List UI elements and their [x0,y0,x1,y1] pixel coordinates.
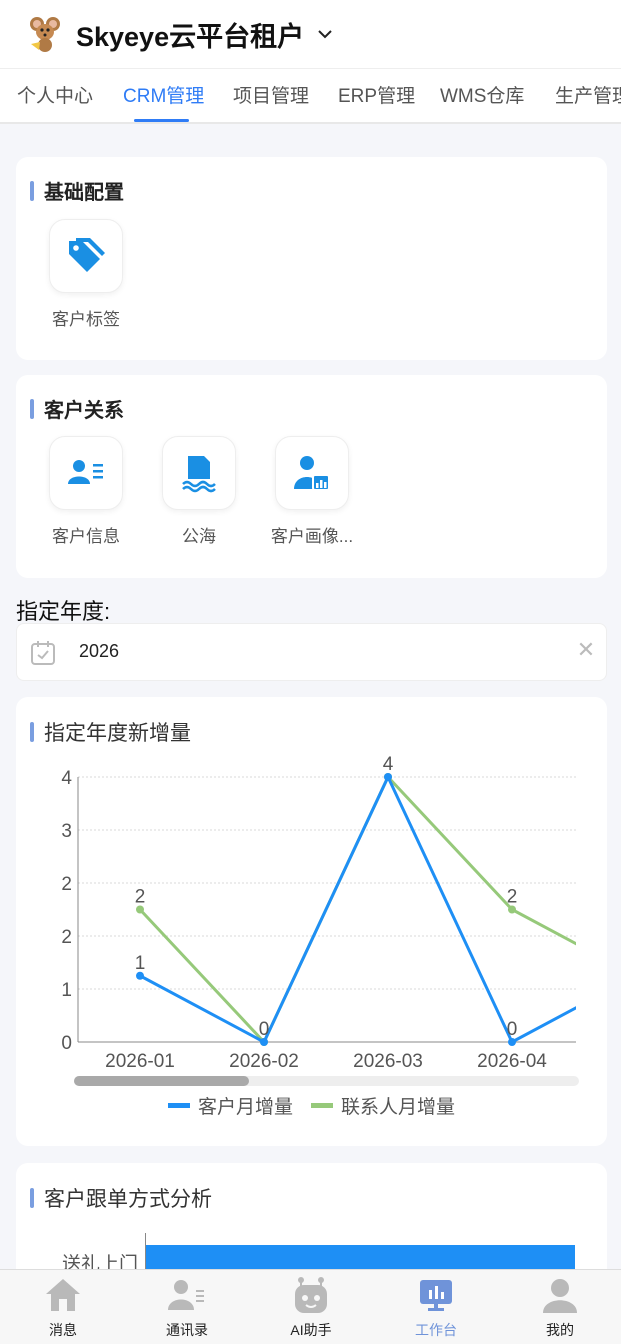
section-title: 客户关系 [30,394,124,423]
mouse-logo-icon [26,14,66,54]
active-tab-indicator [134,119,189,122]
year-value: 2026 [79,641,120,661]
data-label: 4 [383,754,394,775]
contact-card-icon [68,460,103,484]
nav-ai-assistant[interactable]: AI助手 [271,1276,351,1340]
data-label: 1 [135,953,146,974]
nav-mine[interactable]: 我的 [520,1276,600,1340]
user-chart-icon [294,456,330,491]
data-label: 2 [507,887,518,908]
year-picker[interactable]: 2026 ✕ [16,623,607,681]
basic-config-card: 基础配置 客户标签 [16,157,607,360]
home-icon [46,1279,80,1311]
app-customer-portrait[interactable]: 客户画像... [267,436,357,547]
y-tick-label: 1 [61,980,72,1001]
legend-label: 客户月增量 [198,1096,293,1118]
data-label: 0 [507,1019,518,1040]
calendar-icon [31,641,55,665]
x-tick-label: 2026-01 [105,1051,175,1072]
customer-relation-card: 客户关系 客户信息 公海 客户画像... [16,375,607,578]
tab-production[interactable]: 生产管理 [555,81,621,108]
tab-erp[interactable]: ERP管理 [338,81,415,108]
x-tick-label: 2026-02 [229,1051,299,1072]
tab-crm[interactable]: CRM管理 [123,81,204,108]
tab-wms[interactable]: WMS仓库 [440,81,524,108]
nav-contacts[interactable]: 通讯录 [147,1276,227,1340]
data-label: 0 [259,1019,270,1040]
user-icon [543,1279,577,1313]
x-tick-label: 2026-03 [353,1051,423,1072]
bottom-nav: 消息 通讯录 AI助手 工作台 我的 [0,1269,621,1344]
tab-project[interactable]: 项目管理 [233,81,309,108]
robot-icon [295,1277,327,1313]
y-tick-label: 0 [61,1033,72,1054]
y-tick-label: 2 [61,874,72,895]
nav-messages[interactable]: 消息 [23,1276,103,1340]
new-growth-chart-card: 指定年度新增量 0 1 2 2 3 4 2026-01 2026-02 2026-03 2026-… [16,697,607,1146]
series-line [139,773,576,1045]
legend-swatch [311,1103,333,1108]
y-tick-label: 4 [61,768,72,789]
clear-icon[interactable]: ✕ [576,638,596,662]
series-line [138,774,576,1045]
legend-swatch [168,1103,190,1108]
tab-personal[interactable]: 个人中心 [17,81,93,108]
chevron-down-icon[interactable] [316,25,334,43]
title-accent-bar [30,180,34,201]
section-title: 基础配置 [30,176,124,205]
data-label: 2 [135,887,146,908]
y-tick-label: 3 [61,821,72,842]
legend-label: 联系人月增量 [341,1096,455,1118]
title-accent-bar [30,1188,34,1208]
line-chart: 0 1 2 2 3 4 2026-01 2026-02 2026-03 2026-04 1 0 0 2 4 2… [61,754,579,1118]
app-public-sea[interactable]: 公海 [154,436,244,547]
y-tick-label: 2 [61,927,72,948]
contacts-icon [168,1280,204,1310]
app-customer-tag[interactable]: 客户标签 [41,219,131,330]
year-filter-label: 指定年度: [16,599,111,624]
dashboard-icon [420,1280,452,1311]
section-title: 客户跟单方式分析 [30,1183,212,1213]
app-header: Skyeye云平台租户 [0,0,621,68]
app-title[interactable]: Skyeye云平台租户 [76,15,304,54]
app-customer-info[interactable]: 客户信息 [41,436,131,547]
title-accent-bar [30,398,34,419]
nav-workbench[interactable]: 工作台 [396,1276,476,1340]
sea-document-icon [182,456,216,493]
tag-icon [69,238,105,272]
x-tick-label: 2026-04 [477,1051,547,1072]
chart-scroll-thumb[interactable] [74,1076,249,1086]
module-tabs: 个人中心 CRM管理 项目管理 ERP管理 WMS仓库 生产管理 [0,68,621,124]
